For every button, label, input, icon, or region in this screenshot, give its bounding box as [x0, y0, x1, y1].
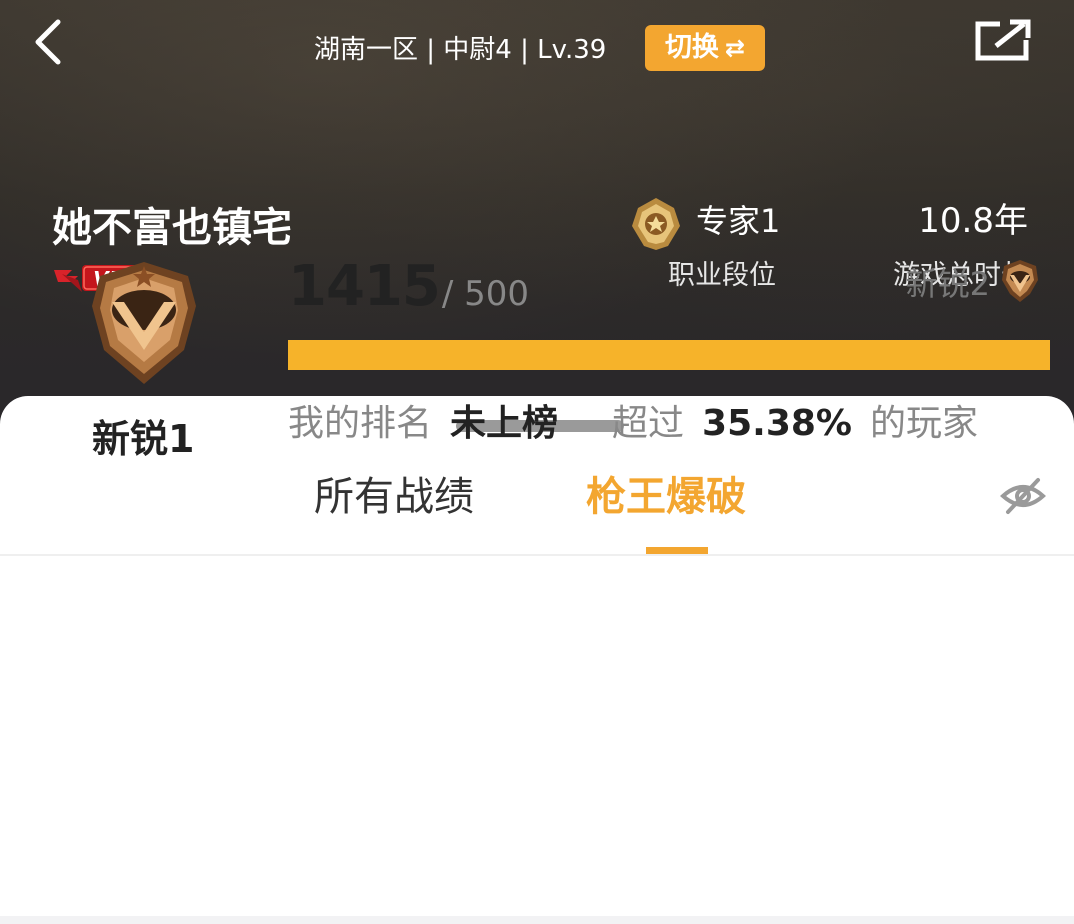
- bottom-strip: [0, 916, 1074, 924]
- tab-divider: [0, 554, 1074, 556]
- ranking-label: 我的排名: [288, 403, 433, 444]
- ranking-value: 未上榜: [450, 403, 559, 444]
- progress-bar: [288, 340, 1050, 370]
- tab-sniper-demolition[interactable]: 枪王爆破: [586, 470, 746, 524]
- play-time-value: 10.8年: [918, 201, 1028, 241]
- switch-label: 切换: [664, 32, 719, 63]
- back-button[interactable]: [30, 18, 70, 66]
- player-nickname: 她不富也镇宅: [52, 205, 292, 251]
- switch-button[interactable]: 切换 ⇄: [645, 25, 765, 71]
- score-row: 1415/ 500: [288, 252, 529, 329]
- career-rank-emblem-icon: [630, 196, 682, 252]
- switch-arrows-icon: ⇄: [724, 34, 746, 62]
- career-rank-value: 专家1: [696, 202, 781, 240]
- score-total: / 500: [441, 274, 530, 314]
- exceed-label: 超过: [612, 403, 685, 444]
- progress-fill: [288, 340, 1050, 370]
- next-tier-emblem-icon: [1000, 258, 1040, 304]
- current-tier-name: 新锐1: [92, 417, 195, 461]
- eye-off-icon: [1000, 478, 1046, 514]
- share-icon: [975, 19, 1031, 61]
- chevron-left-icon: [35, 19, 61, 65]
- tab-all-records[interactable]: 所有战绩: [314, 470, 474, 524]
- stats-sheet: 所有战绩 枪王爆破: [0, 396, 1074, 916]
- next-tier-name: 新锐2: [905, 265, 990, 303]
- score-current: 1415: [288, 254, 441, 319]
- career-rank-label: 职业段位: [668, 260, 776, 291]
- visibility-toggle-button[interactable]: [1000, 476, 1046, 516]
- ranking-row: 我的排名 未上榜 超过 35.38% 的玩家: [288, 398, 1050, 450]
- server-info: 湖南一区 | 中尉4 | Lv.39: [314, 35, 607, 65]
- exceed-suffix: 的玩家: [870, 403, 979, 444]
- exceed-percentage: 35.38%: [702, 403, 852, 444]
- share-button[interactable]: [972, 18, 1032, 64]
- tier-emblem-icon: [88, 258, 200, 388]
